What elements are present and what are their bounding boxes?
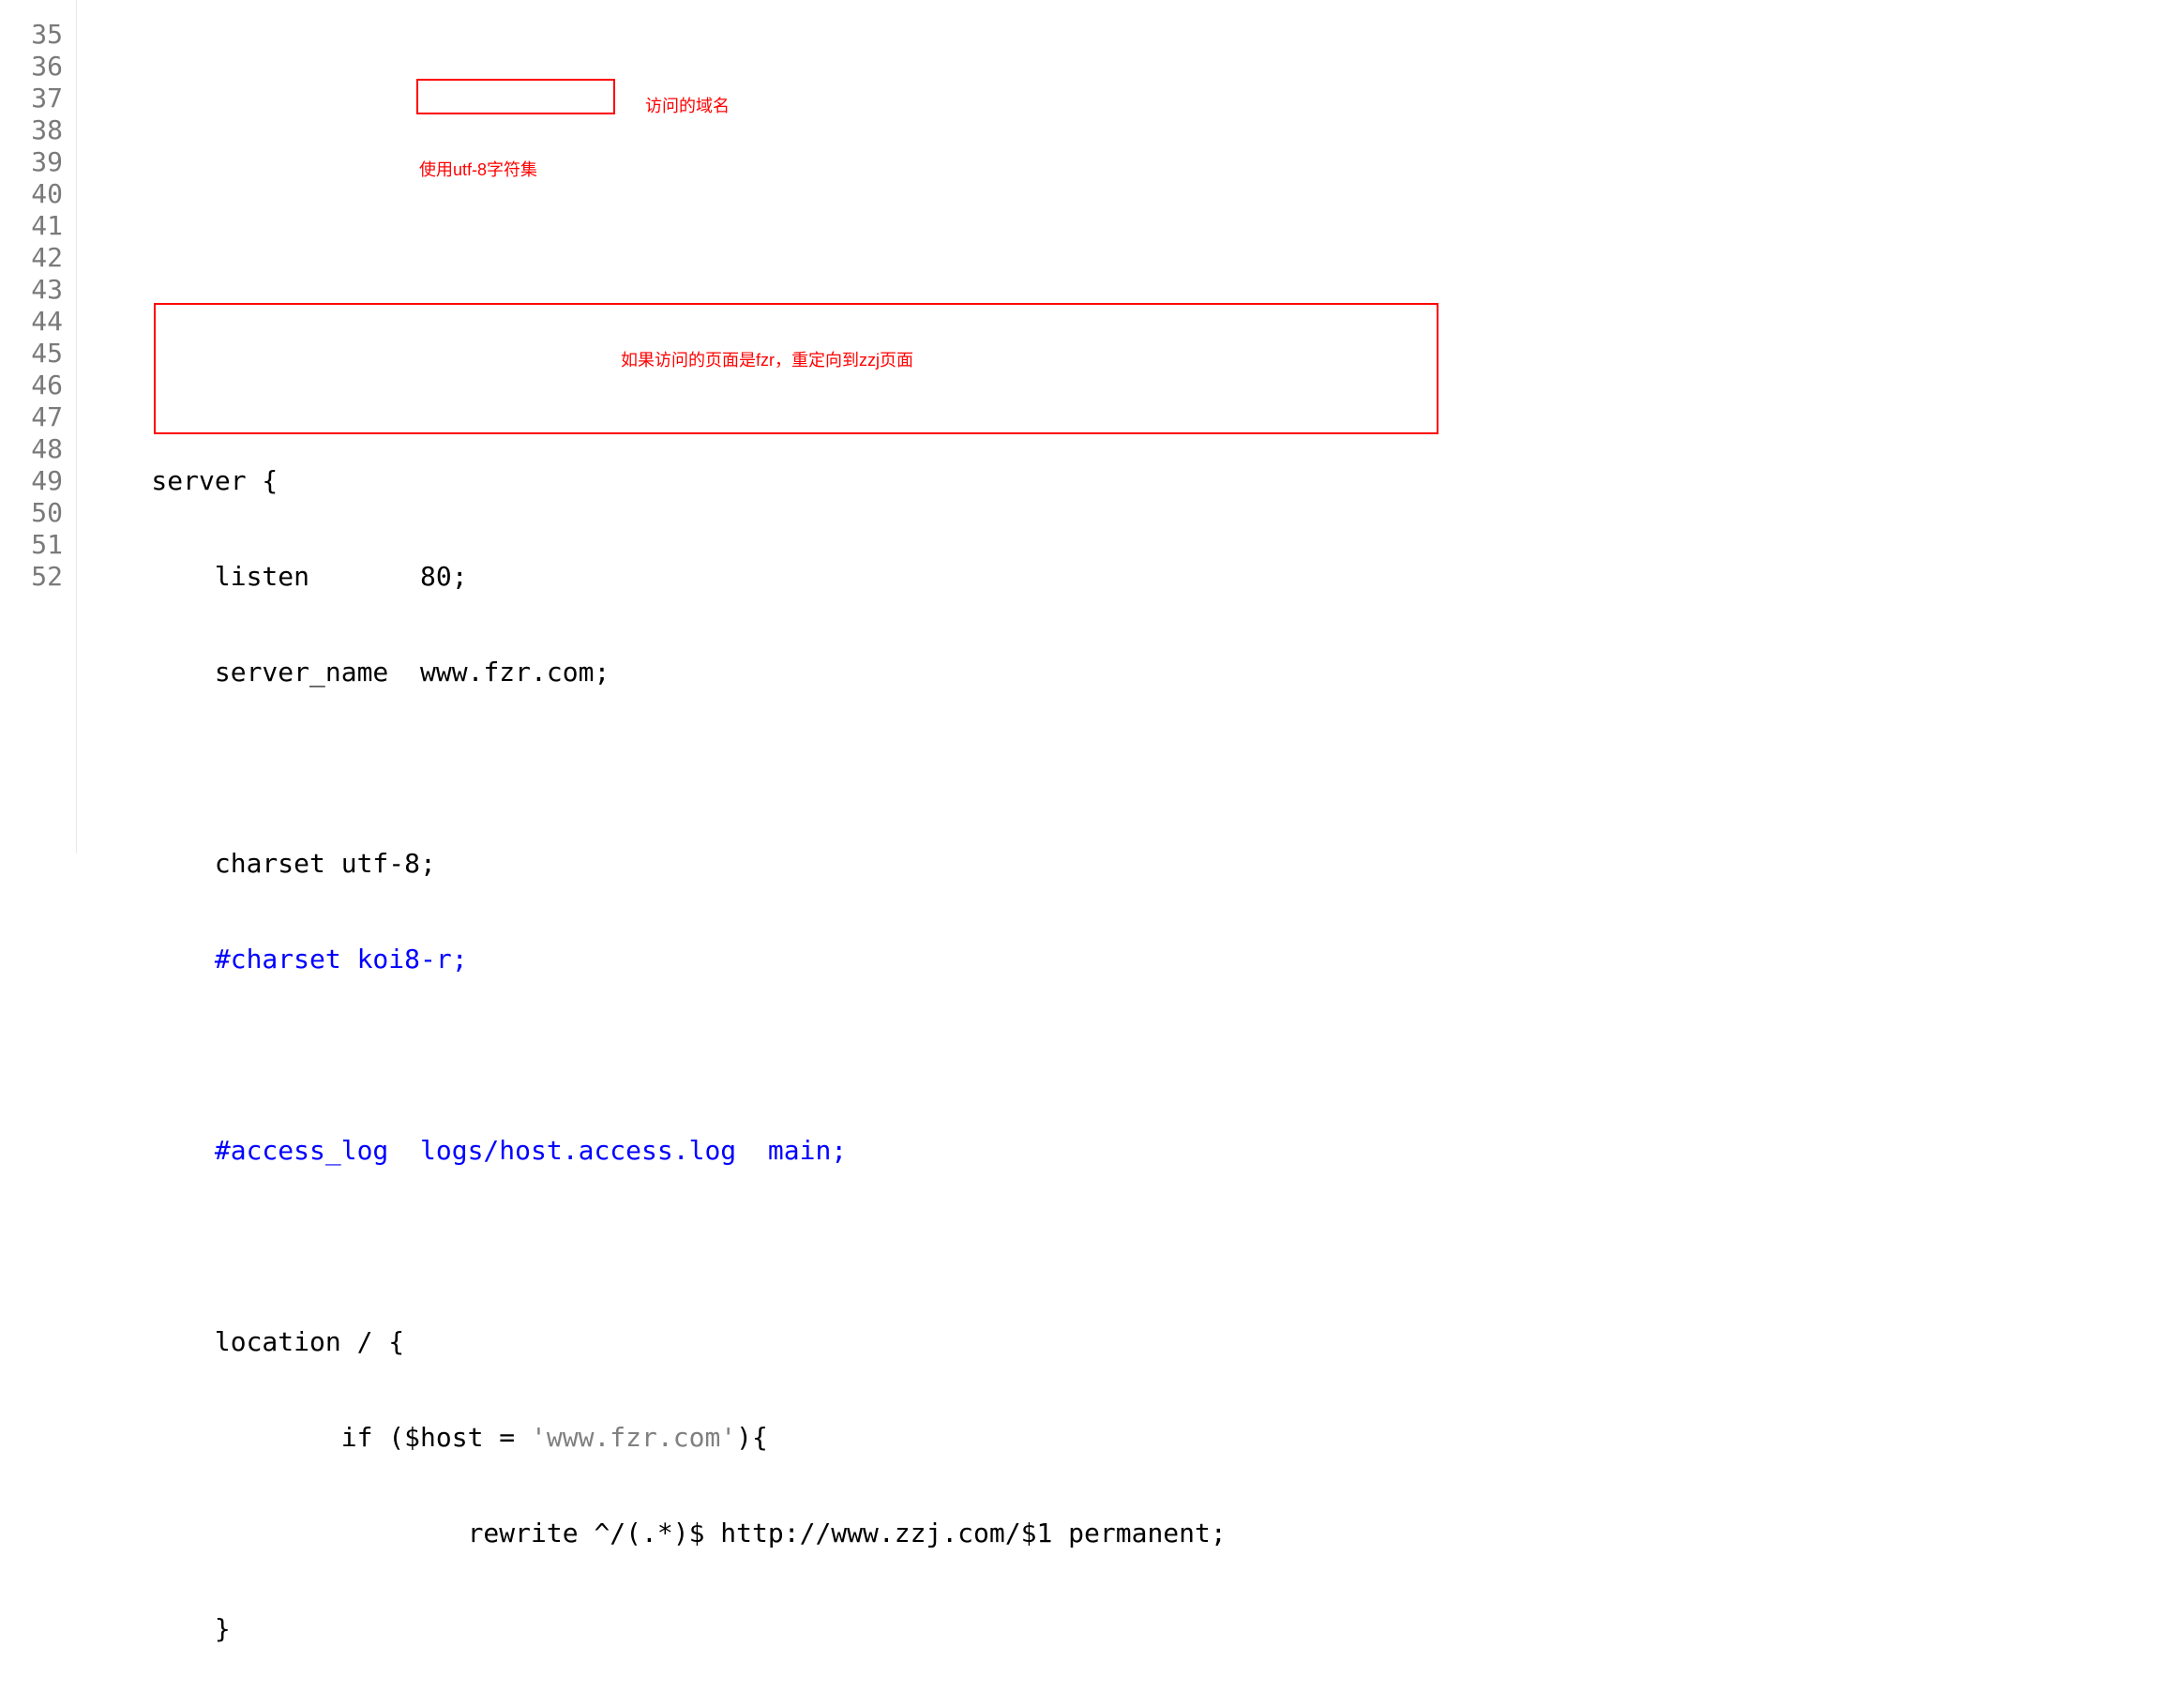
code-comment: #charset koi8-r; <box>88 944 468 974</box>
line-number: 46 <box>0 370 63 401</box>
code-line: server_name www.fzr.com; <box>88 657 2184 688</box>
line-number: 44 <box>0 306 63 338</box>
line-number: 39 <box>0 146 63 178</box>
line-number: 43 <box>0 274 63 306</box>
line-number: 45 <box>0 338 63 370</box>
code-line: listen 80; <box>88 561 2184 593</box>
code-text: server_name <box>88 657 420 687</box>
annotation-domain: 访问的域名 <box>645 90 730 122</box>
line-number: 52 <box>0 561 63 593</box>
code-string: 'www.fzr.com' <box>531 1422 736 1453</box>
line-number: 41 <box>0 210 63 242</box>
line-number: 48 <box>0 433 63 465</box>
code-area[interactable]: 访问的域名 使用utf-8字符集 如果访问的页面是fzr，重定向到zzj页面 s… <box>77 0 2184 854</box>
line-number: 49 <box>0 465 63 497</box>
line-number: 50 <box>0 497 63 529</box>
code-comment: #access_log logs/host.access.log main; <box>88 1135 847 1166</box>
code-line: #charset koi8-r; <box>88 944 2184 975</box>
code-line: location / { <box>88 1326 2184 1358</box>
annotation-rewrite: 如果访问的页面是fzr，重定向到zzj页面 <box>621 344 913 376</box>
line-number: 40 <box>0 178 63 210</box>
code-line <box>88 1231 2184 1262</box>
code-line: if ($host = 'www.fzr.com'){ <box>88 1422 2184 1454</box>
line-number: 51 <box>0 529 63 561</box>
code-line <box>88 1039 2184 1071</box>
line-number: 36 <box>0 51 63 83</box>
line-number: 47 <box>0 401 63 433</box>
line-number: 37 <box>0 83 63 114</box>
annotation-charset: 使用utf-8字符集 <box>419 154 537 186</box>
code-line: server { <box>88 465 2184 497</box>
code-line <box>88 752 2184 784</box>
code-line: rewrite ^/(.*)$ http://www.zzj.com/$1 pe… <box>88 1518 2184 1549</box>
code-line: #access_log logs/host.access.log main; <box>88 1135 2184 1167</box>
line-number: 42 <box>0 242 63 274</box>
code-line: charset utf-8; <box>88 848 2184 880</box>
line-number: 38 <box>0 114 63 146</box>
code-text: ){ <box>736 1422 768 1453</box>
highlight-box-server-name <box>416 79 615 114</box>
code-line: } <box>88 1613 2184 1645</box>
line-number-gutter: 35 36 37 38 39 40 41 42 43 44 45 46 47 4… <box>0 0 77 854</box>
code-text: if ($host = <box>88 1422 531 1453</box>
code-editor: 35 36 37 38 39 40 41 42 43 44 45 46 47 4… <box>0 0 2184 854</box>
line-number: 35 <box>0 19 63 51</box>
code-text-highlighted: www.fzr.com; <box>420 657 610 687</box>
